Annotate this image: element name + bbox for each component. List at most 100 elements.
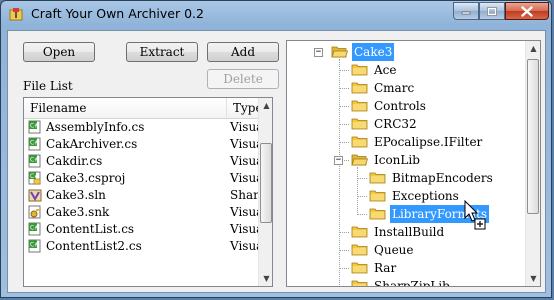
tree-node-label: Rar — [374, 261, 397, 275]
tree-node-label: Exceptions — [392, 189, 459, 203]
scroll-up-arrow-icon[interactable]: ▲ — [259, 98, 272, 113]
csproj-file-icon: C# — [28, 171, 41, 185]
file-name: AssemblyInfo.cs — [46, 120, 145, 134]
tree-connector-horizontal — [357, 178, 367, 179]
tree-connector-horizontal — [339, 124, 349, 125]
file-list-row[interactable]: Cake3.sln SharpI — [24, 187, 271, 204]
folder-icon — [351, 226, 368, 238]
tree-connector-horizontal — [339, 250, 349, 251]
svg-text:C#: C# — [30, 123, 39, 130]
svg-text:C#: C# — [30, 157, 39, 164]
file-list-label: File List — [23, 79, 73, 93]
folder-icon — [369, 208, 386, 220]
tree-scroll-up-arrow-icon[interactable]: ▲ — [526, 41, 540, 56]
csharp-file-icon: C# — [28, 239, 41, 253]
csharp-file-icon: C# — [28, 120, 41, 134]
maximize-icon — [487, 6, 497, 16]
title-bar[interactable]: Craft Your Own Archiver 0.2 — [1, 1, 551, 27]
file-list-row[interactable]: C# ContentList.cs Visual — [24, 221, 267, 238]
tree-scrollbar[interactable]: ▲ ▼ — [525, 41, 540, 286]
tree-node-label: Cake3 — [352, 43, 395, 61]
tree-connector-horizontal — [339, 142, 349, 143]
collapse-toggle-icon[interactable]: − — [334, 156, 343, 165]
tree-node-label: EPocalipse.IFilter — [374, 135, 483, 149]
tree-node-label: InstallBuild — [374, 225, 445, 239]
file-list-row[interactable]: C# AssemblyInfo.cs Visual — [24, 119, 267, 136]
file-list-rows: C# AssemblyInfo.cs Visual C# CakArchiver.cs V… — [24, 119, 271, 255]
file-list-row[interactable]: Cake3.snk Visual — [24, 204, 267, 221]
tree-connector-horizontal — [339, 70, 349, 71]
tree-scroll-thumb[interactable] — [527, 59, 539, 214]
svg-text:C#: C# — [30, 242, 39, 249]
window-title: Craft Your Own Archiver 0.2 — [31, 6, 204, 21]
tree-node-label: CRC32 — [374, 117, 417, 131]
folder-icon — [369, 190, 386, 202]
folder-icon — [351, 244, 368, 256]
file-list-row[interactable]: C# ContentList2.cs Visual — [24, 238, 267, 255]
open-button[interactable]: Open — [23, 42, 95, 62]
file-list-scrollbar[interactable]: ▲ ▼ — [258, 98, 272, 286]
tree-node-label: Controls — [374, 99, 426, 113]
extract-button[interactable]: Extract — [126, 42, 198, 62]
folder-icon — [351, 280, 368, 286]
file-name: ContentList.cs — [46, 222, 135, 236]
close-icon — [521, 5, 533, 17]
list-header: Filename Type — [24, 98, 263, 119]
folder-icon — [351, 136, 368, 148]
folder-icon — [369, 172, 386, 184]
folder-tree-view[interactable]: Cake3 − Ace Cmarc Controls CRC32 EPocalipse.IF… — [286, 40, 541, 287]
minimize-icon — [461, 11, 471, 15]
file-list-row[interactable]: C# Cake3.csproj Visual — [24, 170, 267, 187]
file-name: Cake3.snk — [46, 205, 110, 219]
column-header-filename[interactable]: Filename — [24, 98, 227, 118]
tree-node-label: SharpZipLib — [374, 279, 450, 287]
open-folder-icon — [351, 154, 368, 166]
tree-connector-horizontal — [357, 196, 367, 197]
tree-scroll-down-arrow-icon[interactable]: ▼ — [526, 271, 540, 286]
scroll-down-arrow-icon[interactable]: ▼ — [259, 271, 272, 286]
csharp-file-icon: C# — [28, 222, 41, 236]
main-panel: Open Extract Add Delete File List Filena… — [7, 30, 546, 293]
folder-icon — [351, 118, 368, 130]
file-list-row[interactable]: C# CakArchiver.cs Visual — [24, 136, 267, 153]
close-button[interactable] — [505, 2, 549, 20]
file-name: Cake3.csproj — [46, 171, 126, 185]
svg-text:C#: C# — [30, 225, 39, 232]
file-list-view[interactable]: Filename Type C# AssemblyInfo.cs Visual C# C… — [23, 97, 273, 287]
file-name: ContentList2.cs — [46, 239, 142, 253]
tree-node-label: Cmarc — [374, 81, 415, 95]
file-name: CakArchiver.cs — [46, 137, 138, 151]
file-list-row[interactable]: C# Cakdir.cs Visual — [24, 153, 267, 170]
delete-button: Delete — [207, 69, 279, 89]
csharp-file-icon: C# — [28, 154, 41, 168]
drag-copy-cursor-icon — [464, 200, 486, 230]
tree-node-label: IconLib — [374, 153, 420, 167]
maximize-button[interactable] — [479, 2, 505, 20]
add-button[interactable]: Add — [207, 42, 279, 62]
tree-connector-horizontal — [339, 88, 349, 89]
tree-connector-horizontal — [357, 214, 367, 215]
solution-file-icon — [28, 189, 42, 202]
open-folder-icon — [331, 46, 348, 58]
folder-icon — [351, 100, 368, 112]
folder-icon — [351, 82, 368, 94]
key-file-icon — [28, 205, 41, 219]
tree-connector-horizontal — [339, 232, 349, 233]
csharp-file-icon: C# — [28, 137, 41, 151]
minimize-button[interactable] — [453, 2, 479, 20]
tree-connector-vertical — [339, 59, 340, 286]
folder-icon — [351, 64, 368, 76]
tree-node-label: Queue — [374, 243, 414, 257]
collapse-toggle-icon[interactable]: − — [314, 48, 323, 57]
file-name: Cakdir.cs — [46, 154, 103, 168]
archive-app-icon — [9, 8, 23, 21]
tree-connector-vertical-child — [357, 167, 358, 215]
tree-connector-horizontal — [339, 106, 349, 107]
folder-icon — [351, 262, 368, 274]
tree-connector-horizontal — [339, 286, 349, 287]
tree-node-label: BitmapEncoders — [392, 171, 493, 185]
tree-node-label: Ace — [374, 63, 397, 77]
scroll-thumb[interactable] — [260, 143, 272, 223]
svg-text:C#: C# — [30, 140, 39, 147]
tree-connector-horizontal — [339, 268, 349, 269]
